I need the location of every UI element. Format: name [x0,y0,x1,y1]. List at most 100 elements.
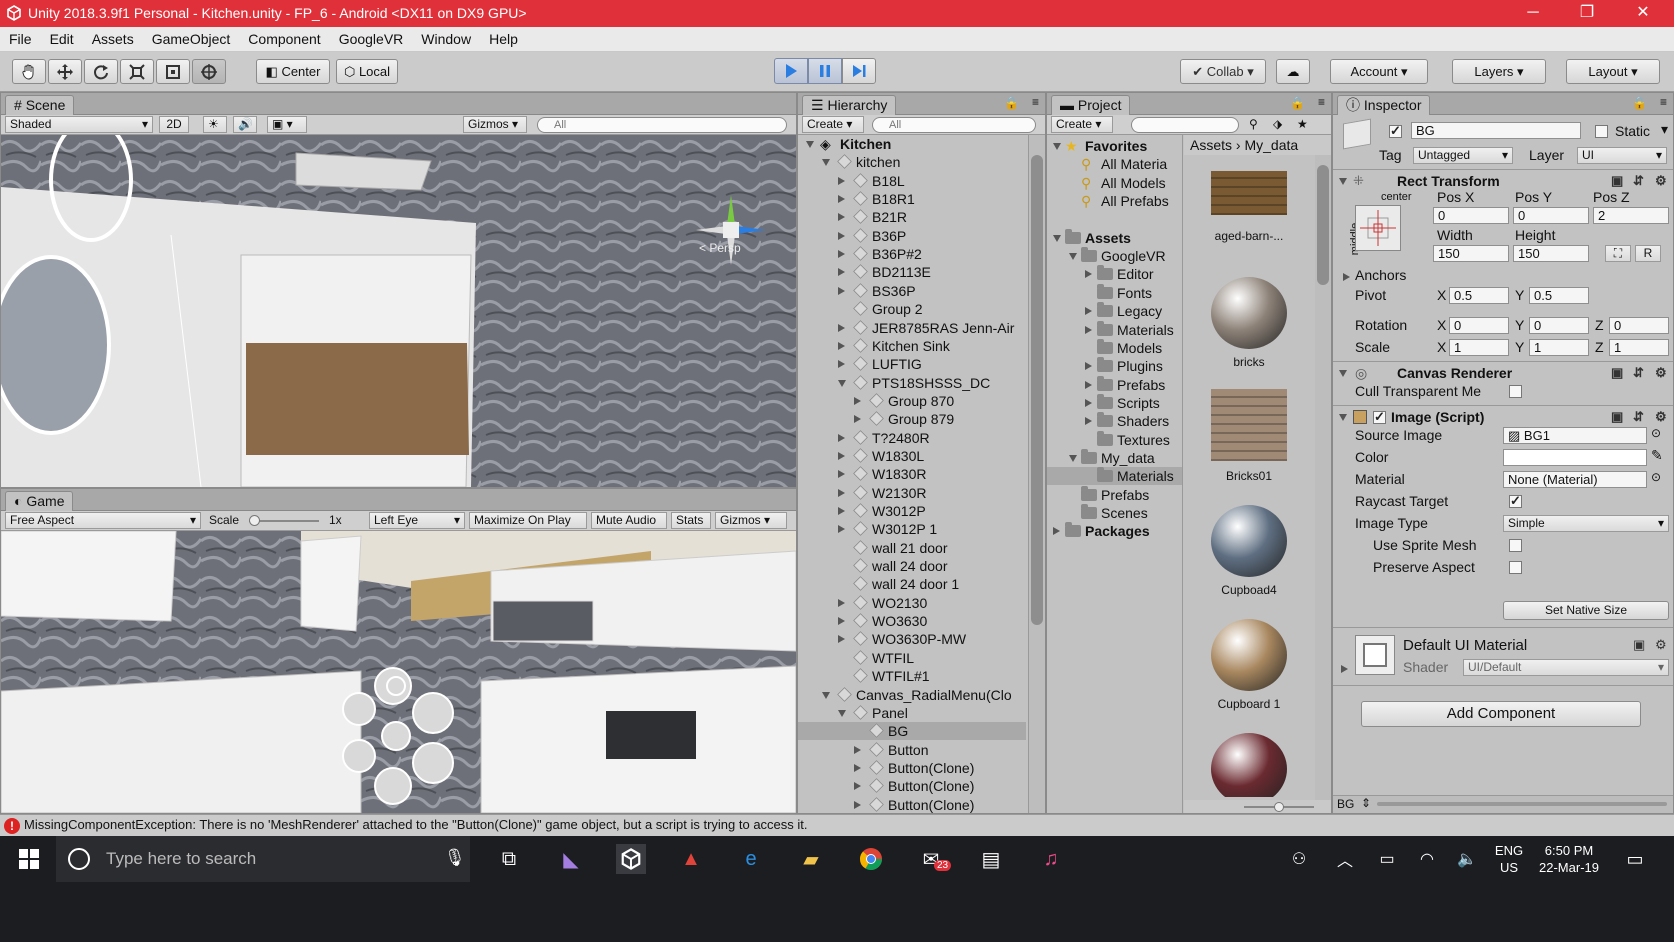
expand-arrow-icon[interactable] [838,488,845,497]
hierarchy-item[interactable]: Kitchen Sink [798,337,1026,355]
hierarchy-create-dropdown[interactable]: Create ▾ [802,116,864,133]
account-dropdown[interactable]: Account ▾ [1330,59,1428,84]
raw-edit-button[interactable]: R [1635,245,1661,262]
unity-taskbar-icon[interactable] [616,844,646,874]
inspector-menu-icon[interactable]: ≡ [1660,95,1667,109]
raycast-target-checkbox[interactable] [1509,493,1522,509]
filter-type-icon[interactable]: ⚲ [1249,117,1258,131]
game-viewport[interactable] [1,531,796,813]
object-name-field[interactable]: BG [1411,122,1581,139]
project-folder-item[interactable]: Assets [1047,228,1182,247]
expand-arrow-icon[interactable] [854,782,861,791]
hierarchy-scroll-thumb[interactable] [1031,155,1043,625]
project-folder-item[interactable]: Packages [1047,522,1182,540]
project-folder-item[interactable]: My_data [1047,448,1182,467]
hierarchy-item[interactable]: Button [798,741,1026,759]
project-folder-item[interactable]: Shaders [1047,412,1182,430]
volume-icon[interactable]: 🔈 [1452,844,1482,874]
hierarchy-item[interactable]: B21R [798,208,1026,226]
image-enabled-checkbox[interactable] [1373,409,1386,425]
pivot-center-button[interactable]: ◧ Center [256,59,330,84]
project-folder-item[interactable]: GoogleVR [1047,247,1182,265]
notifications-icon[interactable]: ▭ [1620,844,1650,874]
mail-icon[interactable]: ✉ 23 [916,844,952,874]
collab-button[interactable]: ✔ Collab ▾ [1180,59,1266,84]
menu-googlevr[interactable]: GoogleVR [330,27,413,47]
eye-dropdown[interactable]: Left Eye ▾ [369,512,465,529]
project-folder-item[interactable]: Materials [1047,320,1182,339]
cull-transparent-checkbox[interactable] [1509,385,1522,398]
photos-app-icon[interactable]: ▤ [976,844,1006,874]
project-folder-item[interactable]: Materials [1047,467,1182,486]
expand-arrow-icon[interactable] [838,323,845,332]
task-view-icon[interactable]: ⧉ [494,844,524,874]
set-native-size-button[interactable]: Set Native Size [1503,601,1669,620]
tray-chevron-icon[interactable]: ︿ [1330,844,1360,874]
project-folder-item[interactable]: Editor [1047,265,1182,283]
blueprint-mode-button[interactable]: ⛶ [1605,245,1631,262]
language-indicator[interactable]: ENG US [1492,842,1526,876]
scale-tool-icon[interactable] [120,59,154,84]
expand-arrow-icon[interactable] [838,709,846,717]
hierarchy-search-input[interactable]: All [872,117,1036,133]
expand-arrow-icon[interactable] [838,635,845,644]
static-dropdown-arrow[interactable]: ▾ [1661,121,1668,138]
layers-dropdown[interactable]: Layers ▾ [1452,59,1546,84]
material-gear-icon[interactable]: ⚙ [1655,637,1667,653]
tag-dropdown[interactable]: Untagged ▾ [1413,147,1513,164]
expand-arrow-icon[interactable] [838,250,845,259]
expand-arrow-icon[interactable] [838,231,845,240]
image-gear-icon[interactable]: ⚙ [1655,409,1667,425]
hierarchy-item[interactable]: WO3630 [798,612,1026,630]
hierarchy-item[interactable]: B36P#2 [798,245,1026,263]
expand-arrow-icon[interactable] [838,433,845,442]
asset-tile[interactable]: bricks [1184,271,1314,383]
pause-button[interactable] [808,58,842,84]
active-checkbox[interactable] [1389,123,1402,139]
expand-arrow-icon[interactable] [838,213,845,222]
hierarchy-item[interactable]: PTS18SHSSS_DC [798,374,1026,392]
folder-arrow-icon[interactable] [1069,253,1077,261]
asset-tile[interactable]: Cupboard 3 [1184,727,1314,797]
expand-arrow-icon[interactable] [838,286,845,295]
close-button[interactable]: ✕ [1616,0,1670,27]
stats-toggle[interactable]: Stats [671,512,711,529]
microphone-icon[interactable]: 🎙 [444,848,466,868]
tab-project[interactable]: ▬ Project [1051,95,1131,115]
expand-arrow-icon[interactable] [854,415,861,424]
status-bar[interactable]: ! MissingComponentException: There is no… [0,814,1674,836]
hierarchy-item[interactable]: Button(Clone) [798,759,1026,777]
project-folder-item[interactable]: ⚲ All Materia [1047,155,1182,173]
menu-gameobject[interactable]: GameObject [143,27,240,47]
project-folder-item[interactable]: Plugins [1047,357,1182,375]
expand-arrow-icon[interactable] [838,470,845,479]
mute-audio-toggle[interactable]: Mute Audio [591,512,667,529]
scale-x-field[interactable]: 1 [1449,339,1509,356]
material-expand-arrow-icon[interactable] [1341,665,1348,673]
menu-window[interactable]: Window [412,27,480,47]
project-create-dropdown[interactable]: Create ▾ [1051,116,1113,133]
help-book-icon[interactable]: ▣ [1611,173,1623,189]
hierarchy-item[interactable]: Canvas_RadialMenu(Clo [798,686,1026,704]
visual-studio-icon[interactable]: ◣ [556,844,586,874]
battery-icon[interactable]: ▭ [1372,844,1402,874]
expand-arrow-icon[interactable] [838,451,845,460]
tab-hierarchy[interactable]: ☰ Hierarchy [802,95,897,115]
expand-arrow-icon[interactable] [854,800,861,809]
cloud-button[interactable]: ☁ [1276,59,1310,84]
hierarchy-item[interactable]: B18L [798,172,1026,190]
shading-mode-dropdown[interactable]: Shaded ▾ [5,116,153,133]
rot-z-field[interactable]: 0 [1609,317,1669,334]
source-picker-icon[interactable]: ⊙ [1651,426,1661,440]
menu-assets[interactable]: Assets [83,27,143,47]
width-field[interactable]: 150 [1433,245,1509,262]
hierarchy-scrollbar[interactable] [1028,135,1045,813]
pos-y-field[interactable]: 0 [1513,207,1589,224]
presentation-app-icon[interactable]: ▲ [676,844,706,874]
asset-scroll-thumb[interactable] [1317,165,1329,285]
expand-arrow-icon[interactable] [838,268,845,277]
hierarchy-item[interactable]: BG [798,722,1026,741]
layout-dropdown[interactable]: Layout ▾ [1566,59,1660,84]
image-script-header[interactable]: Image (Script) ▣ ⇵ ⚙ [1333,405,1673,427]
pivot-local-button[interactable]: ⬡ Local [336,59,398,84]
